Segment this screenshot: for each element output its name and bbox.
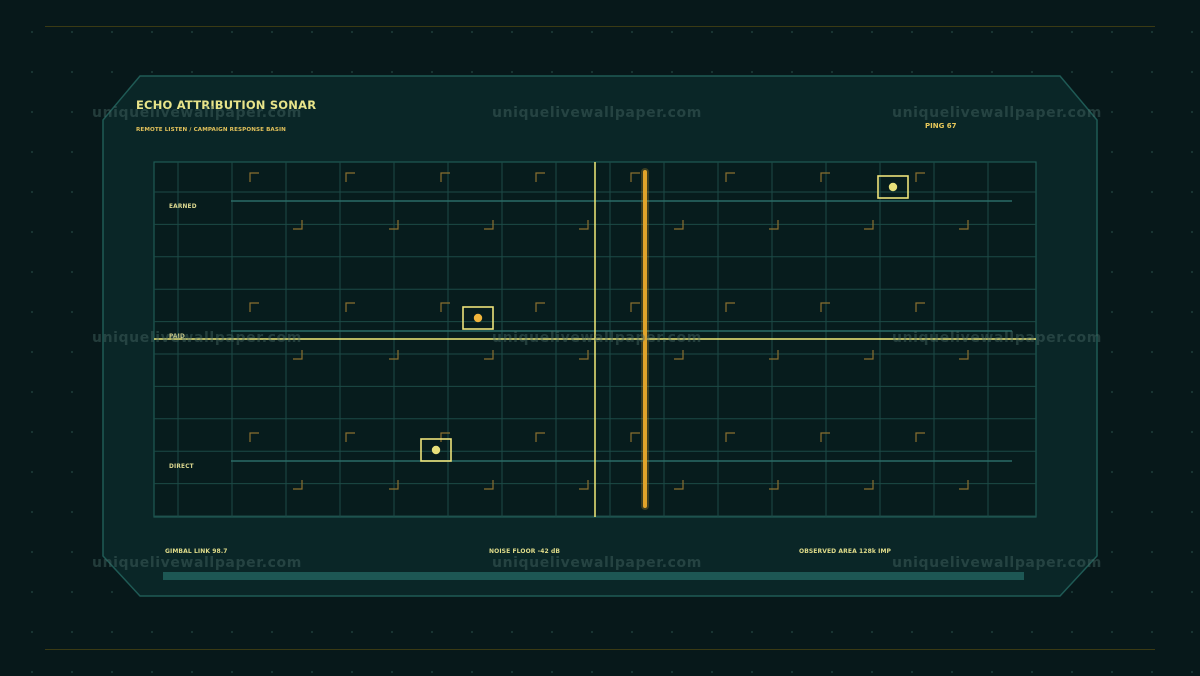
panel-subtitle: REMOTE LISTEN / CAMPAIGN RESPONSE BASIN (136, 127, 286, 133)
scan-bar (643, 170, 647, 508)
timeline-bar (163, 572, 1024, 580)
target-dot (888, 182, 898, 192)
lane-label-direct: DIRECT (169, 464, 194, 470)
panel-title: ECHO ATTRIBUTION SONAR (136, 98, 317, 112)
observed-area-readout: OBSERVED AREA 128k IMP (799, 548, 892, 555)
target-dot (431, 445, 441, 455)
lane-label-earned: EARNED (169, 204, 197, 210)
ping-readout: PING 67 (925, 122, 957, 130)
noise-floor-readout: NOISE FLOOR -42 dB (489, 548, 561, 555)
lane-label-paid: PAID (169, 334, 185, 340)
target-dot (473, 313, 483, 323)
gimbal-link-readout: GIMBAL LINK 98.7 (165, 548, 228, 555)
